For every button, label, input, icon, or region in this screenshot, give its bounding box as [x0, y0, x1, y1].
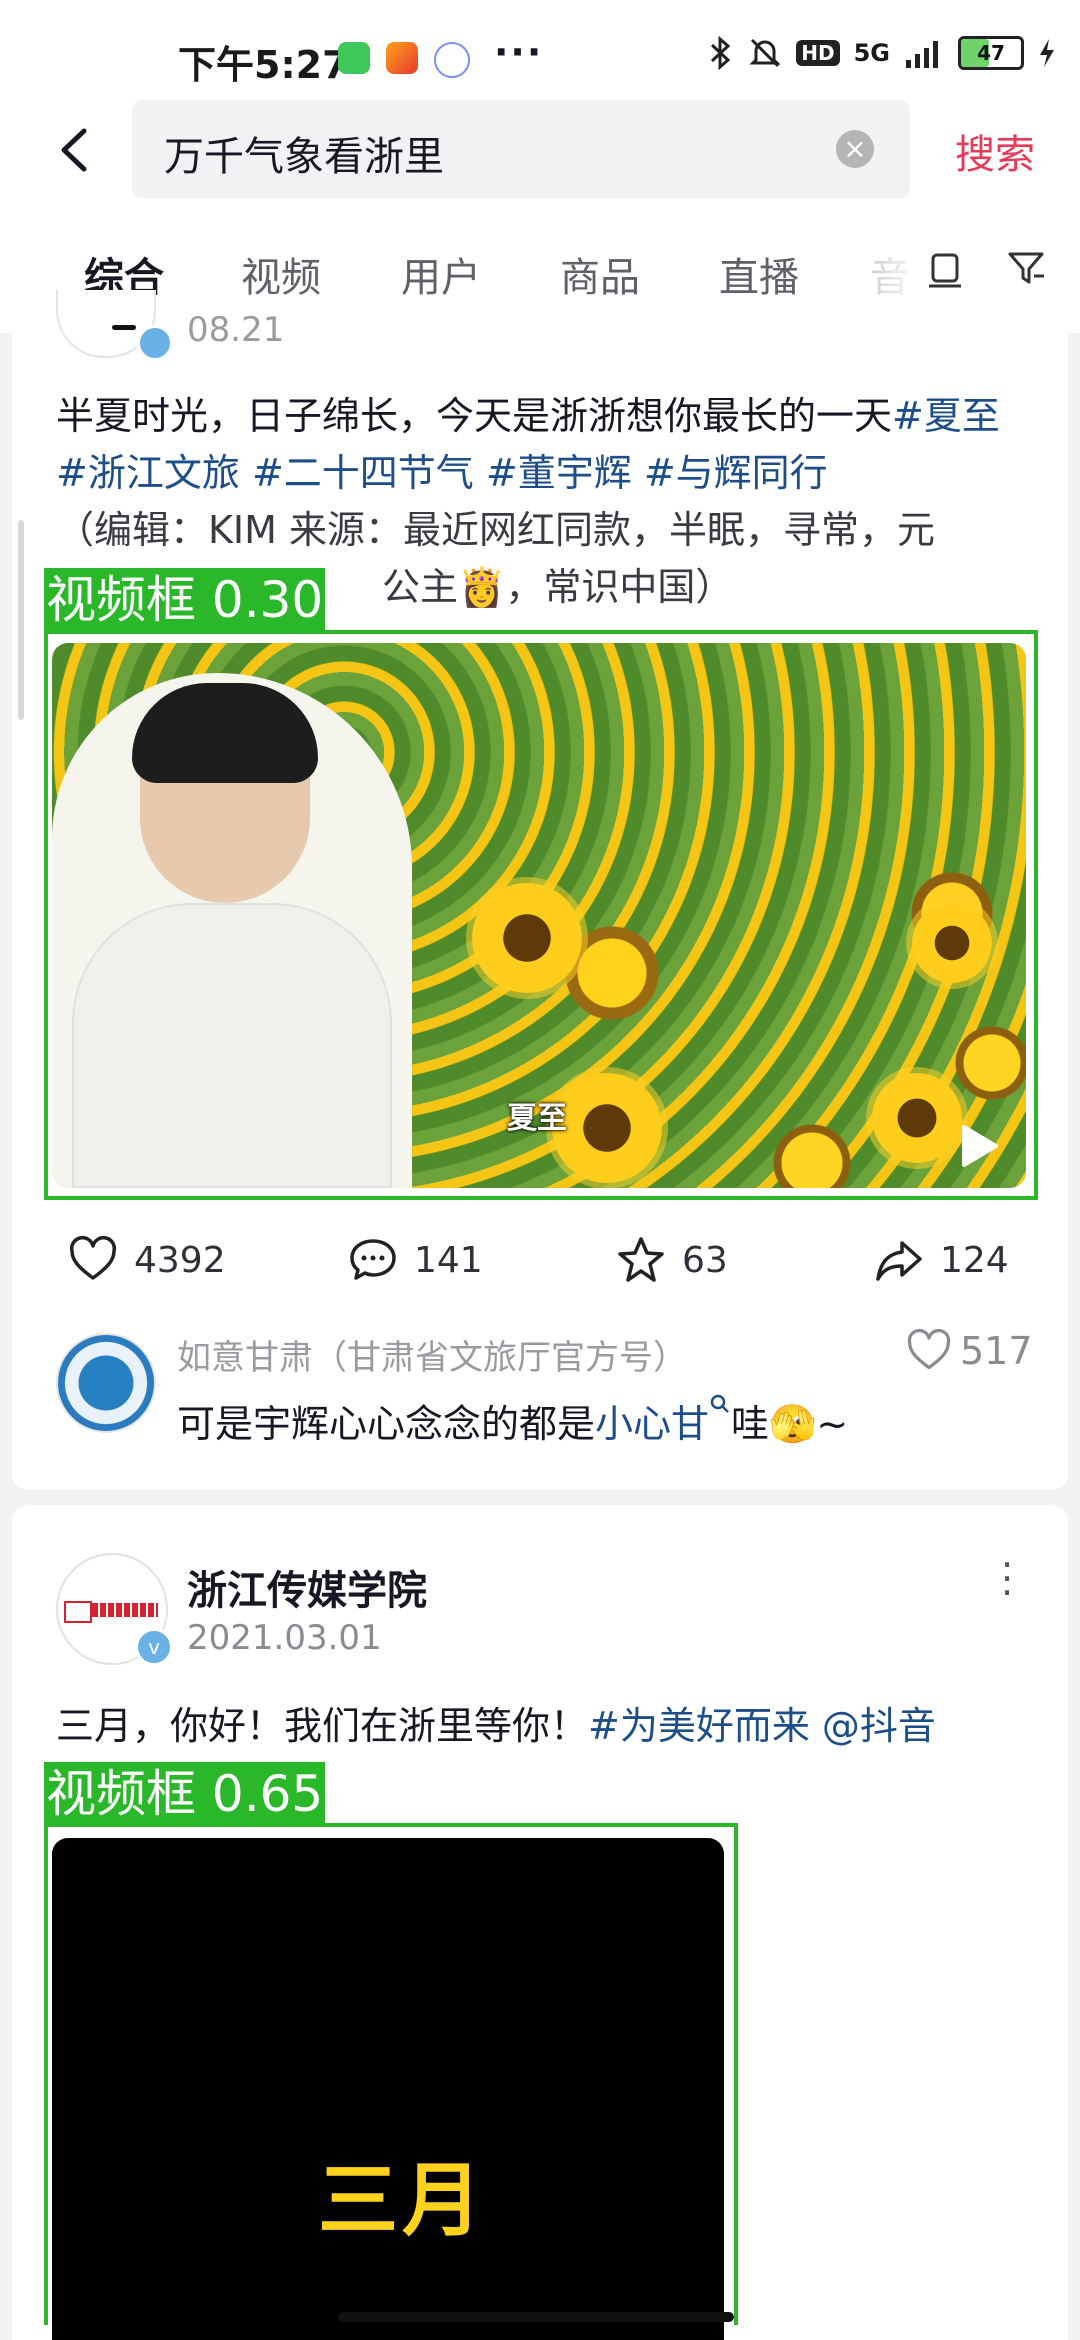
tab-live[interactable]: 直播 — [719, 245, 799, 303]
battery-percent: 47 — [977, 41, 1005, 65]
commenter-name[interactable]: 如意甘肃（甘肃省文旅厅官方号） — [177, 1330, 687, 1379]
star-icon — [618, 1237, 664, 1282]
layout-toggle-icon[interactable] — [925, 248, 965, 288]
detection-label: 视频框 0.65 — [44, 1762, 326, 1826]
charging-icon — [1040, 39, 1054, 67]
verified-icon — [137, 325, 173, 361]
comment-body: 可是宇辉心心念念的都是 — [177, 1402, 596, 1446]
commenter-avatar[interactable] — [56, 1333, 156, 1433]
hashtag[interactable]: #二十四节气 — [252, 451, 474, 495]
comment-like-button[interactable]: 517 — [906, 1328, 1033, 1374]
hashtag[interactable]: #为美好而来 @抖音 — [588, 1704, 936, 1748]
comment-count: 141 — [414, 1239, 483, 1281]
more-notifications-icon: ··· — [494, 30, 544, 74]
status-time: 下午5:27 — [178, 43, 349, 87]
like-count: 4392 — [134, 1239, 226, 1281]
filter-icon[interactable] — [1006, 248, 1046, 288]
hashtag[interactable]: #夏至 — [892, 394, 1000, 438]
more-options-icon[interactable]: · · · — [1000, 1546, 1014, 1612]
home-indicator[interactable] — [338, 2312, 734, 2322]
back-icon[interactable] — [50, 125, 100, 175]
hashtag[interactable]: #浙江文旅 — [56, 451, 240, 495]
tab-products[interactable]: 商品 — [560, 245, 640, 303]
heart-icon — [907, 1328, 951, 1370]
detection-box — [44, 630, 1038, 1200]
mute-icon — [749, 38, 781, 68]
post-date: 2021.03.01 — [187, 1618, 382, 1658]
comment-button[interactable]: 141 — [348, 1235, 483, 1285]
favorite-button[interactable]: 63 — [616, 1235, 728, 1285]
school-logo-icon — [64, 1601, 92, 1623]
share-count: 124 — [940, 1239, 1009, 1281]
share-button[interactable]: 124 — [874, 1235, 1009, 1285]
comment-icon — [350, 1239, 396, 1280]
comment-body-end: 哇🫣~ — [731, 1402, 849, 1446]
tab-users[interactable]: 用户 — [401, 245, 481, 303]
comment-text[interactable]: 可是宇辉心心念念的都是小心甘 哇🫣~ — [177, 1393, 848, 1448]
post-body: 半夏时光，日子绵长，今天是浙浙想你最长的一天 — [56, 394, 893, 438]
like-button[interactable]: 4392 — [68, 1235, 226, 1285]
hd-badge: HD — [796, 40, 840, 66]
favorite-count: 63 — [682, 1239, 728, 1281]
comment-search-link[interactable]: 小心甘 — [595, 1402, 709, 1446]
network-type: 5G — [853, 39, 890, 67]
battery-indicator: 47 — [958, 36, 1024, 70]
bluetooth-icon — [711, 36, 731, 70]
detection-box — [44, 1823, 738, 2325]
hashtag[interactable]: #董宇辉 — [486, 451, 632, 495]
status-icons: HD 5G 47 — [708, 36, 1056, 70]
signal-icon — [906, 41, 938, 68]
search-button[interactable]: 搜索 — [955, 122, 1035, 180]
58-app-icon — [386, 42, 418, 74]
hashtag[interactable]: #与辉同行 — [644, 451, 828, 495]
comment-like-count: 517 — [960, 1329, 1033, 1373]
clear-search-icon[interactable]: × — [836, 130, 874, 168]
tab-video[interactable]: 视频 — [241, 245, 321, 303]
school-logo-bar — [92, 1603, 158, 1617]
share-icon — [876, 1241, 922, 1281]
search-query[interactable]: 万千气象看浙里 — [164, 124, 444, 182]
post-text[interactable]: 三月，你好！我们在浙里等你！#为美好而来 @抖音 — [56, 1695, 936, 1750]
verified-icon: v — [135, 1628, 173, 1666]
avatar-badge-bar — [112, 325, 136, 330]
scroll-indicator — [18, 520, 24, 720]
post-date: 08.21 — [187, 310, 285, 350]
wechat-app-icon — [338, 42, 370, 74]
post-source: （编辑：KIM 来源：最近网红同款，半眠，寻常，元 — [56, 508, 935, 552]
post-body: 三月，你好！我们在浙里等你！ — [56, 1704, 589, 1748]
author-name[interactable]: 浙江传媒学院 — [187, 1558, 427, 1616]
cloud-app-icon — [434, 42, 470, 78]
detection-label: 视频框 0.30 — [44, 568, 326, 632]
heart-icon — [69, 1236, 117, 1280]
search-icon — [710, 1394, 729, 1413]
